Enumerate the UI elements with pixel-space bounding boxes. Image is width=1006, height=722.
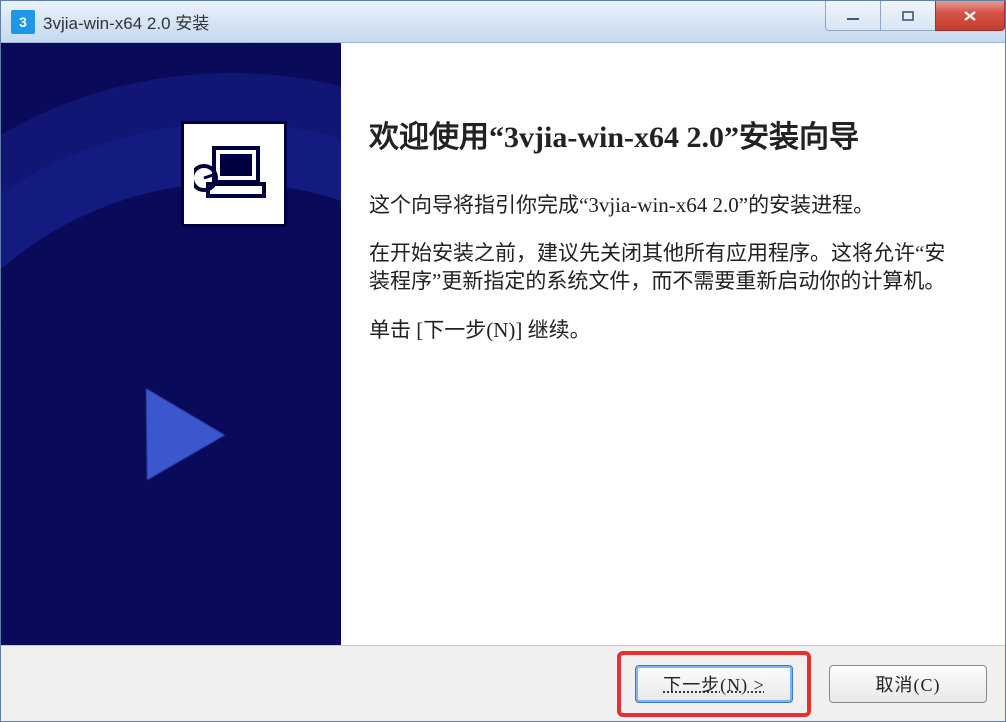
minimize-button[interactable] (825, 1, 881, 31)
app-icon: 3 (11, 10, 35, 34)
maximize-button[interactable] (880, 1, 936, 31)
installer-window: 3 3vjia-win-x64 2.0 安装 (0, 0, 1006, 722)
intro-paragraph-2: 在开始安装之前，建议先关闭其他所有应用程序。这将允许“安装程序”更新指定的系统文… (369, 239, 965, 296)
close-button[interactable] (935, 1, 1005, 31)
window-controls (826, 1, 1005, 42)
next-button-highlight: 下一步(N) > (617, 651, 811, 717)
titlebar: 3 3vjia-win-x64 2.0 安装 (1, 1, 1005, 43)
intro-paragraph-1: 这个向导将指引你完成“3vjia-win-x64 2.0”的安装进程。 (369, 191, 965, 219)
window-title: 3vjia-win-x64 2.0 安装 (43, 9, 826, 34)
content-area: 欢迎使用“3vjia-win-x64 2.0”安装向导 这个向导将指引你完成“3… (1, 43, 1005, 645)
close-icon (961, 9, 979, 23)
right-text-panel: 欢迎使用“3vjia-win-x64 2.0”安装向导 这个向导将指引你完成“3… (341, 43, 1005, 645)
footer-bar: 下一步(N) > 取消(C) (1, 645, 1005, 721)
intro-paragraph-3: 单击 [下一步(N)] 继续。 (369, 316, 965, 344)
next-button[interactable]: 下一步(N) > (635, 665, 793, 703)
minimize-icon (844, 9, 862, 23)
welcome-heading: 欢迎使用“3vjia-win-x64 2.0”安装向导 (369, 119, 965, 157)
maximize-icon (899, 9, 917, 23)
left-graphic-panel (1, 43, 341, 645)
installer-icon (181, 121, 287, 227)
cancel-button[interactable]: 取消(C) (829, 665, 987, 703)
